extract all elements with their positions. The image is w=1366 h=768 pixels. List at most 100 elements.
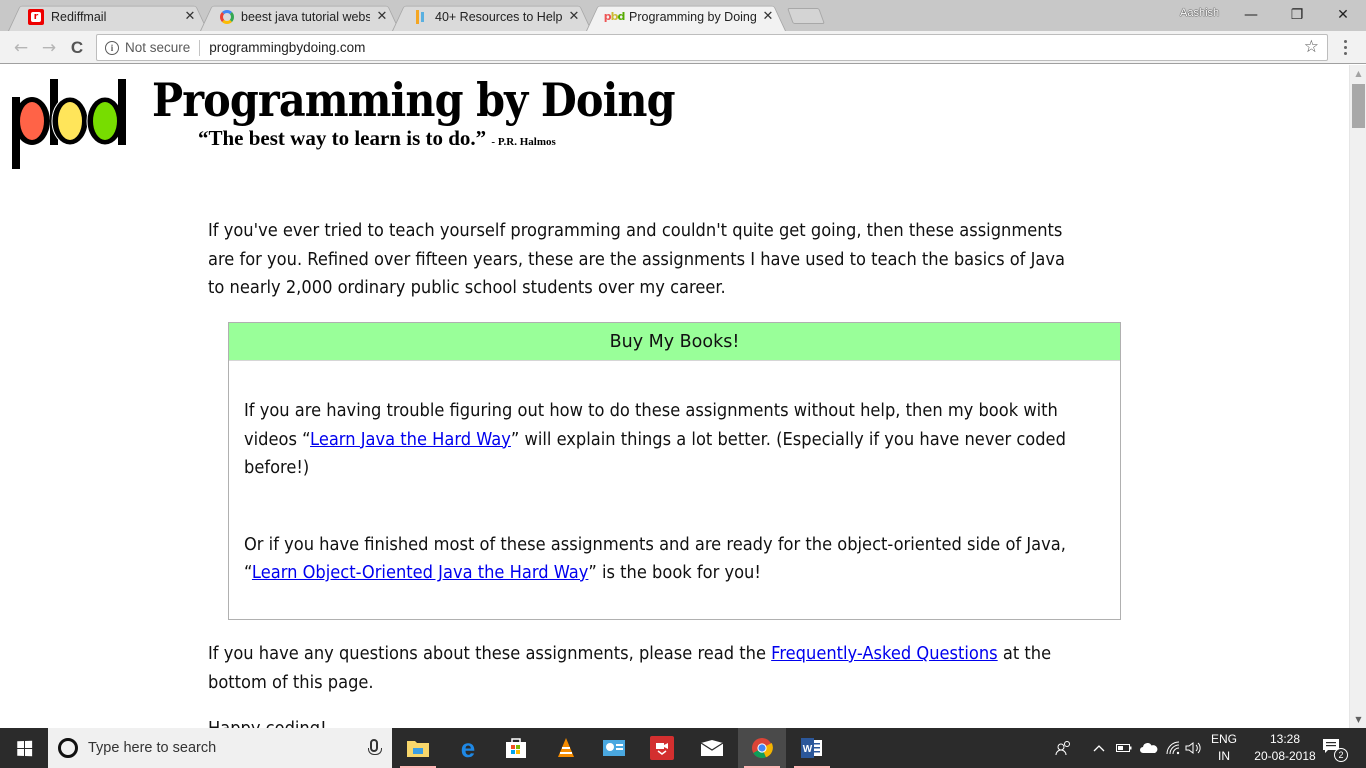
- close-icon[interactable]: ✕: [374, 9, 390, 24]
- language-code: ENG: [1210, 732, 1237, 746]
- folder-icon: [406, 737, 430, 759]
- scroll-thumb[interactable]: [1352, 84, 1365, 128]
- volume-icon[interactable]: [1184, 728, 1204, 768]
- taskbar-file-explorer[interactable]: [394, 728, 442, 768]
- back-button[interactable]: ←: [10, 37, 32, 59]
- close-window-button[interactable]: ✕: [1320, 0, 1366, 29]
- forward-button[interactable]: →: [38, 37, 60, 59]
- minimize-button[interactable]: —: [1228, 0, 1274, 29]
- mail-icon: [700, 737, 724, 759]
- cortana-icon: [58, 738, 78, 758]
- tagline-attribution: - P.R. Halmos: [491, 136, 556, 148]
- new-tab-button[interactable]: [787, 8, 825, 24]
- clock-date: 20-08-2018: [1254, 749, 1316, 763]
- store-icon: [504, 737, 528, 759]
- buy-books-heading: Buy My Books!: [229, 323, 1120, 361]
- edge-icon: e: [460, 732, 476, 763]
- bookmark-star-icon[interactable]: ☆: [1304, 37, 1319, 57]
- close-icon[interactable]: ✕: [760, 9, 776, 24]
- rediffmail-icon: r: [28, 8, 44, 25]
- page-viewport: Programming by Doing “The best way to le…: [0, 65, 1349, 728]
- reload-button[interactable]: C: [66, 37, 88, 59]
- taskbar-search-box[interactable]: Type here to search: [48, 728, 392, 768]
- faq-paragraph: If you have any questions about these as…: [208, 640, 1082, 697]
- address-bar[interactable]: i Not secure programmingbydoing.com ☆: [96, 34, 1328, 61]
- battery-icon[interactable]: [1114, 728, 1134, 768]
- faq-section: If you have any questions about these as…: [208, 640, 1082, 728]
- notification-count-badge: 2: [1334, 748, 1348, 762]
- logo-d-stem: [118, 79, 126, 145]
- system-clock[interactable]: 13:28 20-08-2018: [1250, 731, 1320, 765]
- google-icon: [220, 9, 234, 24]
- tab-rediffmail[interactable]: r Rediffmail ✕: [8, 2, 208, 32]
- people-icon[interactable]: [1052, 728, 1076, 768]
- microphone-icon[interactable]: [368, 739, 382, 755]
- profile-name[interactable]: Aashish: [1180, 7, 1219, 19]
- control-panel-icon: [602, 737, 626, 759]
- intro-paragraph: If you've ever tried to teach yourself p…: [208, 221, 1065, 298]
- taskbar-vlc[interactable]: [542, 728, 590, 768]
- video-downloader-icon: [650, 736, 674, 760]
- taskbar-chrome[interactable]: [738, 728, 786, 768]
- taskbar-word[interactable]: W: [788, 728, 836, 768]
- dot: [1343, 51, 1347, 55]
- browser-toolbar: ← → C i Not secure programmingbydoing.co…: [0, 31, 1366, 64]
- closing-text: Happy coding!: [208, 715, 1082, 728]
- clock-time: 13:28: [1269, 732, 1301, 746]
- logo-d-fill: [93, 102, 117, 140]
- tab-resources[interactable]: 40+ Resources to Help You ✕: [392, 2, 592, 32]
- show-hidden-icons-chevron-icon[interactable]: [1090, 728, 1108, 768]
- buy-books-body: If you are having trouble figuring out h…: [244, 397, 1081, 588]
- learn-oo-java-hard-way-link[interactable]: Learn Object-Oriented Java the Hard Way: [252, 563, 588, 583]
- books-paragraph-2: Or if you have finished most of these as…: [244, 531, 1081, 588]
- dot: [1343, 45, 1347, 49]
- tab-programming-by-doing[interactable]: pbd Programming by Doing ✕: [586, 2, 786, 32]
- word-icon: W: [800, 737, 824, 759]
- close-icon[interactable]: ✕: [566, 9, 582, 24]
- info-icon[interactable]: i: [105, 40, 119, 55]
- start-button[interactable]: [0, 728, 48, 768]
- tab-google-search[interactable]: beest java tutorial website ✕: [200, 2, 400, 32]
- scroll-down-arrow-icon[interactable]: ▼: [1350, 711, 1366, 728]
- vlc-icon: [554, 737, 578, 759]
- browser-menu-button[interactable]: [1338, 36, 1352, 58]
- scroll-up-arrow-icon[interactable]: ▲: [1350, 65, 1366, 82]
- text: If you have any questions about these as…: [208, 644, 772, 664]
- tagline-quote: “The best way to learn is to do.”: [198, 126, 487, 150]
- security-status[interactable]: Not secure: [125, 40, 190, 55]
- tagline: “The best way to learn is to do.” - P.R.…: [198, 126, 556, 151]
- divider: [199, 39, 201, 56]
- url-text[interactable]: programmingbydoing.com: [209, 40, 365, 55]
- chrome-icon: [750, 737, 774, 759]
- tab-title: 40+ Resources to Help You: [435, 9, 562, 24]
- text: ” is the book for you!: [588, 563, 761, 583]
- intro-section: If you've ever tried to teach yourself p…: [208, 217, 1082, 303]
- wifi-icon[interactable]: [1162, 728, 1184, 768]
- close-icon[interactable]: ✕: [182, 9, 198, 24]
- tab-title: Programming by Doing: [629, 9, 756, 24]
- taskbar-mail[interactable]: [688, 728, 736, 768]
- action-center-button[interactable]: 2: [1322, 738, 1348, 762]
- browser-tab-strip: r Rediffmail ✕ beest java tutorial websi…: [0, 0, 1366, 32]
- taskbar-edge[interactable]: e: [444, 728, 492, 768]
- resources-icon: [412, 9, 428, 25]
- windows-logo-icon: [16, 740, 32, 756]
- pbd-logo: [12, 79, 126, 169]
- dot: [1343, 39, 1347, 43]
- pbd-icon: pbd: [603, 10, 626, 23]
- tab-title: Rediffmail: [51, 9, 107, 24]
- logo-p-fill: [20, 102, 44, 140]
- faq-link[interactable]: Frequently-Asked Questions: [771, 644, 998, 664]
- onedrive-icon[interactable]: [1138, 728, 1160, 768]
- taskbar-video-downloader[interactable]: [638, 728, 686, 768]
- restore-button[interactable]: ❐: [1274, 0, 1320, 29]
- windows-taskbar: Type here to search e W ENG IN 13:28 20-…: [0, 728, 1366, 768]
- logo-b-fill: [58, 102, 82, 140]
- taskbar-store[interactable]: [492, 728, 540, 768]
- language-indicator[interactable]: ENG IN: [1208, 731, 1240, 765]
- learn-java-hard-way-link[interactable]: Learn Java the Hard Way: [310, 430, 511, 450]
- tab-title: beest java tutorial website: [241, 9, 370, 24]
- buy-books-box: Buy My Books! If you are having trouble …: [228, 322, 1121, 620]
- taskbar-control-panel[interactable]: [590, 728, 638, 768]
- vertical-scrollbar[interactable]: ▲ ▼: [1349, 65, 1366, 728]
